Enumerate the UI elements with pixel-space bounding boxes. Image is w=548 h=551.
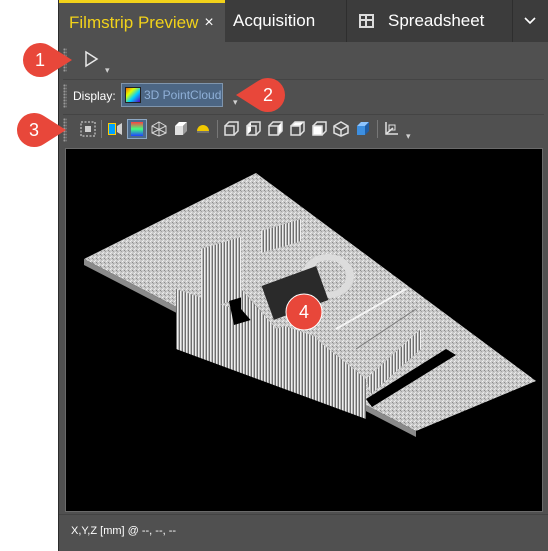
callout-number: 1 — [34, 50, 45, 70]
coordinate-readout: X,Y,Z [mm] @ --, --, -- — [71, 525, 177, 537]
tab-label: Acquisition — [233, 11, 316, 30]
toolbar-separator — [377, 120, 378, 138]
view-left-icon[interactable] — [244, 120, 262, 138]
callout-marker-4: 4 — [284, 292, 324, 332]
view-iso-icon[interactable] — [332, 120, 350, 138]
spreadsheet-icon — [359, 14, 374, 28]
dome-icon[interactable] — [194, 120, 212, 138]
tab-label: Filmstrip Preview — [69, 12, 199, 32]
callout-marker-2: 2 — [236, 75, 288, 115]
fit-view-icon[interactable] — [79, 120, 97, 138]
toolbar-separator — [101, 120, 102, 138]
camera-color-icon[interactable] — [106, 120, 124, 138]
tab-acquisition[interactable]: Acquisition — [225, 0, 347, 42]
view-front-icon[interactable] — [222, 120, 240, 138]
tab-label: Spreadsheet — [388, 11, 485, 30]
toolbar-overflow-icon[interactable]: ▾ — [105, 66, 110, 75]
view-3d-cube-icon[interactable] — [354, 120, 372, 138]
play-icon — [85, 50, 99, 68]
callout-number: 4 — [298, 302, 309, 322]
view-right-icon[interactable] — [266, 120, 284, 138]
callout-marker-3: 3 — [14, 110, 66, 150]
box-icon[interactable] — [172, 120, 190, 138]
left-margin — [0, 0, 58, 551]
tab-list-menu[interactable] — [513, 0, 547, 42]
callout-marker-1: 1 — [20, 40, 72, 80]
callout-number: 3 — [28, 120, 39, 140]
divider — [63, 114, 544, 115]
status-bar: X,Y,Z [mm] @ --, --, -- — [59, 514, 548, 551]
height-map-icon[interactable] — [127, 119, 147, 139]
chevron-down-icon — [524, 17, 536, 25]
display-mode-value: 3D PointCloud — [144, 88, 222, 102]
mesh-icon[interactable] — [150, 120, 168, 138]
toolbar-grip[interactable] — [63, 84, 67, 108]
callout-number: 2 — [262, 85, 273, 105]
toolbar-overflow-icon[interactable]: ▾ — [406, 132, 411, 141]
display-toolbar: Display: 3D PointCloud ▾ — [59, 80, 548, 112]
axes-icon[interactable] — [382, 120, 400, 138]
view-back-icon[interactable] — [288, 120, 306, 138]
display-mode-select[interactable]: 3D PointCloud — [121, 83, 223, 107]
view-top-icon[interactable] — [310, 120, 328, 138]
tab-spreadsheet[interactable]: Spreadsheet — [347, 0, 513, 42]
toolbar-separator — [217, 120, 218, 138]
tab-bar: Filmstrip Preview × Acquisition Spreadsh… — [59, 0, 548, 42]
play-button[interactable] — [83, 50, 99, 68]
tab-filmstrip-preview[interactable]: Filmstrip Preview × — [59, 0, 225, 42]
playback-toolbar: ▾ — [59, 44, 548, 78]
display-label: Display: — [73, 89, 116, 103]
filmstrip-preview-panel: Filmstrip Preview × Acquisition Spreadsh… — [58, 0, 548, 551]
pointcloud-icon — [125, 87, 141, 103]
view-3d-toolbar: ▾ — [59, 116, 548, 144]
close-tab-icon[interactable]: × — [199, 14, 219, 32]
